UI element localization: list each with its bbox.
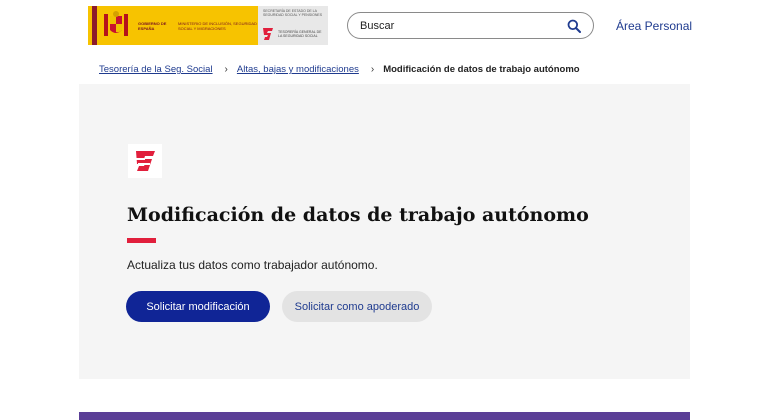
- page-description: Actualiza tus datos como trabajador autó…: [127, 258, 378, 272]
- gov-label: GOBIERNO DE ESPAÑA: [138, 20, 167, 31]
- secretaria-label: SECRETARÍA DE ESTADO DE LA SEGURIDAD SOC…: [263, 9, 323, 17]
- tgss-label: TESORERÍA GENERAL DE LA SEGURIDAD SOCIAL: [278, 30, 322, 38]
- breadcrumb-current: Modificación de datos de trabajo autónom…: [383, 64, 580, 75]
- footer-band: [79, 412, 690, 420]
- breadcrumb-separator: ›: [224, 64, 228, 75]
- tgss-icon: [135, 151, 155, 171]
- tgss-mark-icon: [263, 28, 273, 40]
- search-box[interactable]: [347, 12, 594, 39]
- tgss-logo: SECRETARÍA DE ESTADO DE LA SEGURIDAD SOC…: [258, 6, 328, 45]
- breadcrumb-link-altas[interactable]: Altas, bajas y modificaciones: [237, 64, 359, 75]
- solicitar-modificacion-button[interactable]: Solicitar modificación: [126, 291, 270, 322]
- tgss-mark-row: TESORERÍA GENERAL DE LA SEGURIDAD SOCIAL: [262, 27, 322, 41]
- site-header: GOBIERNO DE ESPAÑA MINISTERIO DE INCLUSI…: [0, 0, 768, 56]
- breadcrumb: Tesorería de la Seg. Social › Altas, baj…: [99, 64, 580, 75]
- solicitar-apoderado-button[interactable]: Solicitar como apoderado: [282, 291, 432, 322]
- coat-of-arms-icon: [104, 10, 128, 36]
- tgss-logo-tile: [128, 144, 162, 178]
- hero-section: Modificación de datos de trabajo autónom…: [79, 84, 690, 379]
- search-icon[interactable]: [567, 19, 581, 33]
- logo-strip: [92, 6, 97, 45]
- breadcrumb-separator: ›: [370, 64, 375, 75]
- ministry-label: MINISTERIO DE INCLUSIÓN, SEGURIDAD SOCIA…: [178, 20, 257, 31]
- title-accent-bar: [127, 238, 156, 243]
- page-title: Modificación de datos de trabajo autónom…: [127, 204, 589, 226]
- area-personal-link[interactable]: Área Personal: [616, 19, 692, 33]
- gobierno-espana-logo: GOBIERNO DE ESPAÑA MINISTERIO DE INCLUSI…: [88, 6, 258, 45]
- search-input[interactable]: [360, 19, 567, 32]
- government-logo[interactable]: GOBIERNO DE ESPAÑA MINISTERIO DE INCLUSI…: [88, 6, 328, 45]
- breadcrumb-link-tesoreria[interactable]: Tesorería de la Seg. Social: [99, 64, 213, 75]
